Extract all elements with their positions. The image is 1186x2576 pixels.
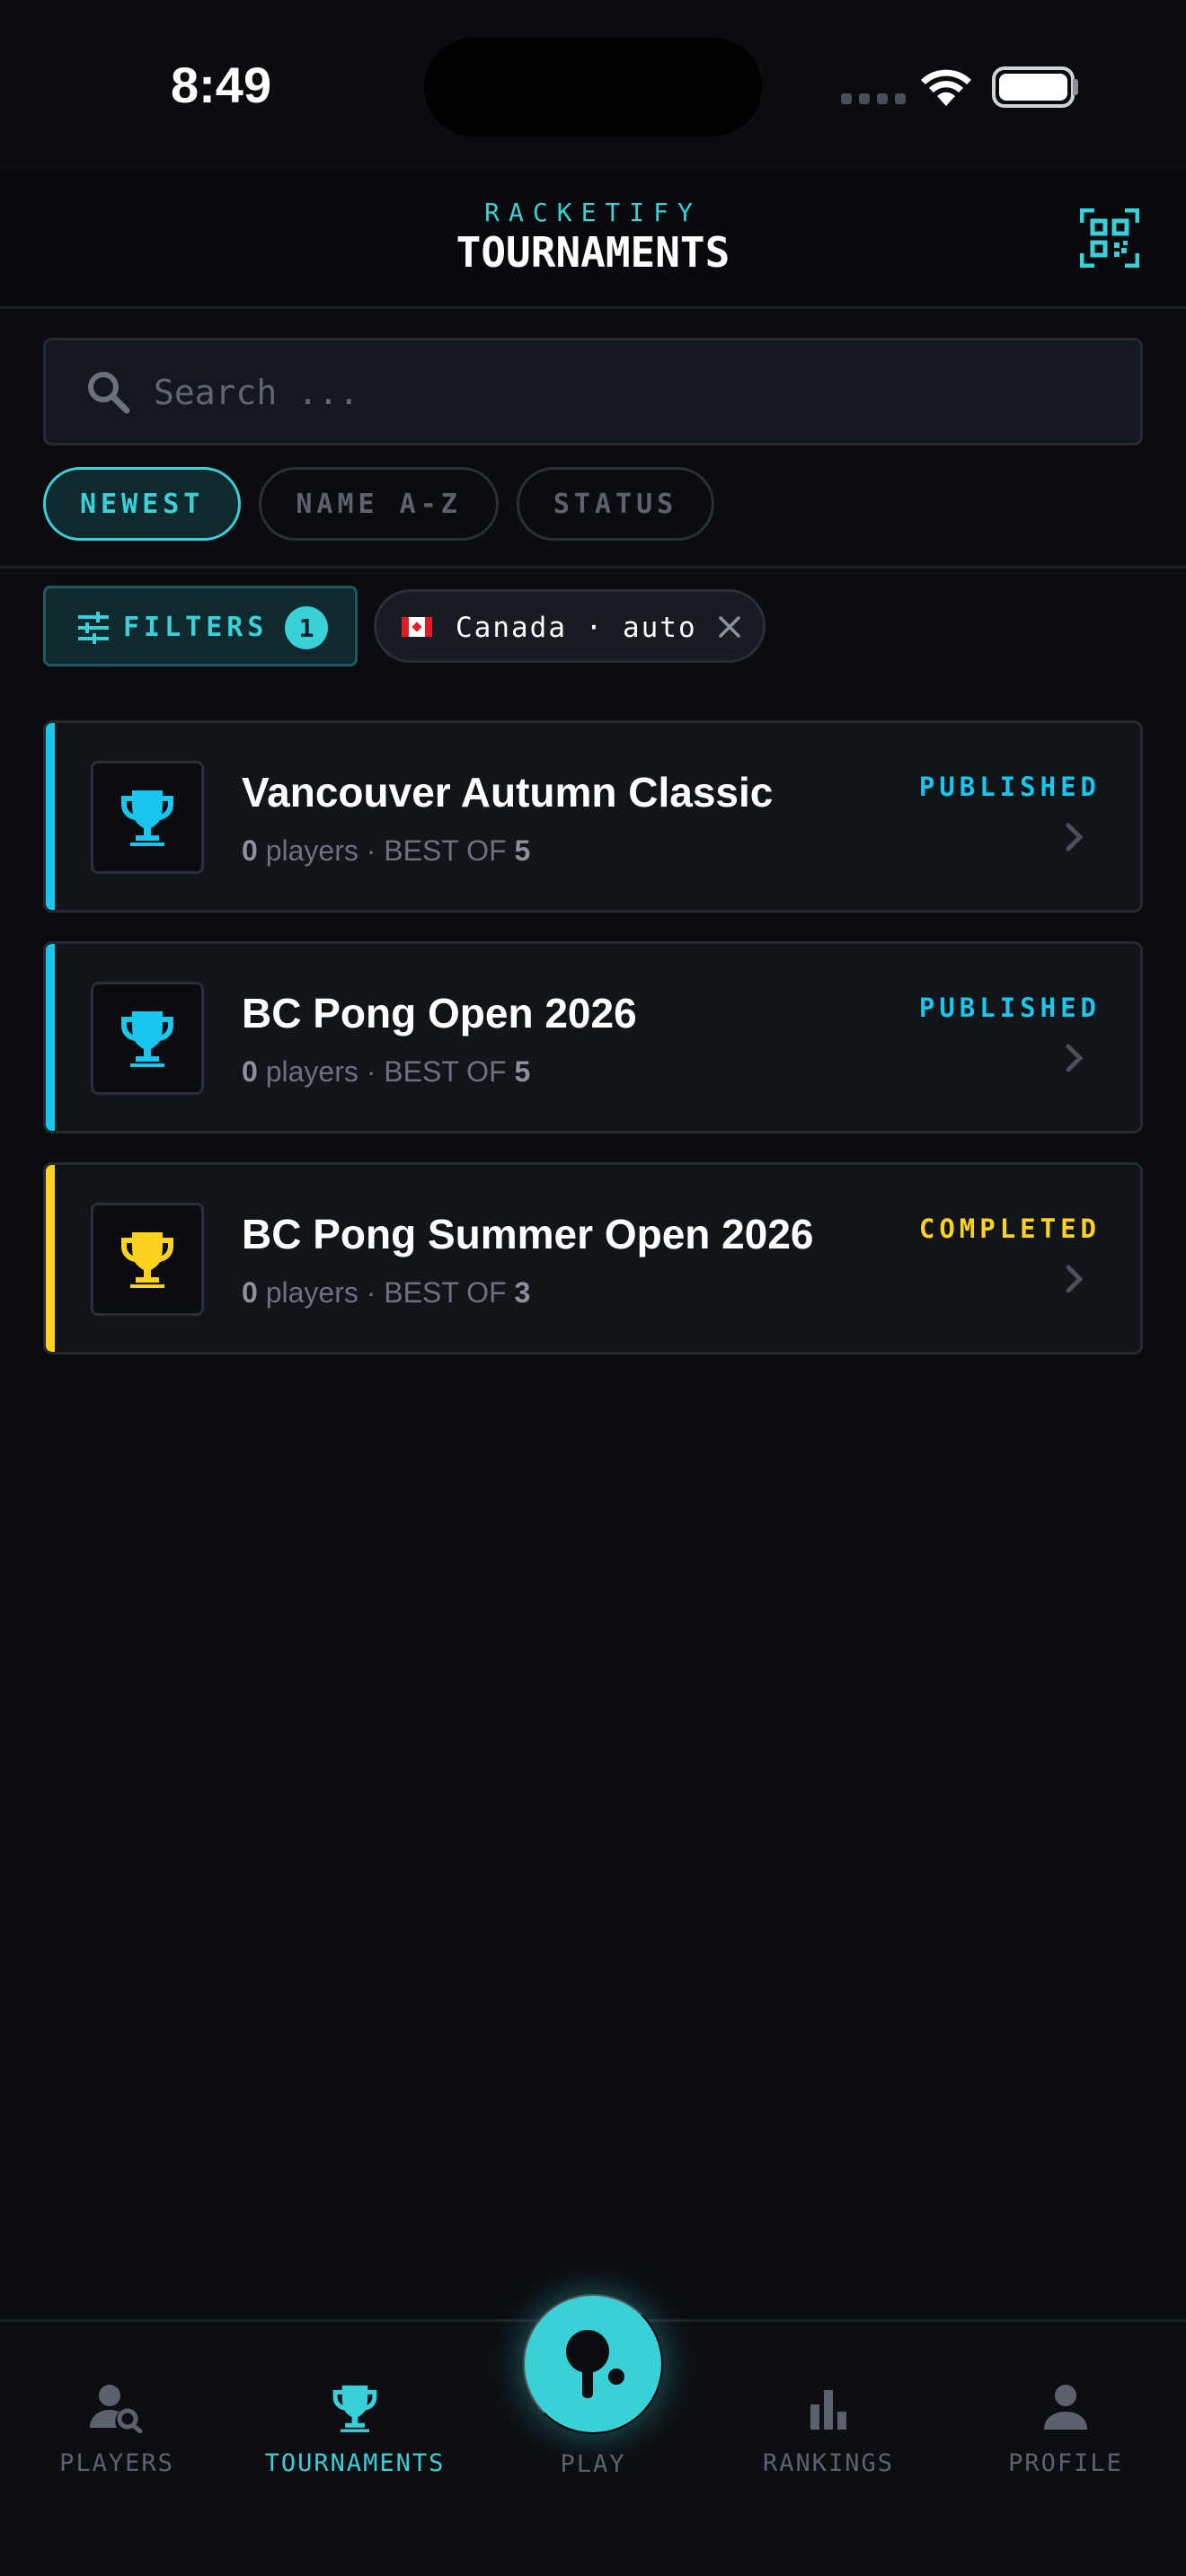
search-input[interactable] [154,358,1106,427]
sort-options: NEWEST NAME A-Z STATUS [43,467,715,541]
nav-players[interactable]: PLAYERS [9,2383,225,2477]
trophy-icon [121,1232,173,1288]
filters-label: FILTERS [123,612,269,643]
player-count: 0 [242,834,258,867]
chevron-right-icon [1066,1265,1084,1293]
best-of-label: BEST OF [384,1055,507,1088]
close-icon[interactable] [714,612,745,642]
nav-play-label: PLAY [560,2450,626,2478]
trophy-icon [121,790,173,846]
status-badge: COMPLETED [918,1213,1101,1244]
battery-icon [992,66,1075,108]
sort-name-chip[interactable]: NAME A-Z [259,467,499,541]
player-count: 0 [242,1055,258,1088]
page-title: TOURNAMENTS [456,228,730,277]
nav-tournaments[interactable]: TOURNAMENTS [247,2383,463,2477]
card-accent-bar [46,944,55,1131]
card-icon-box [91,761,204,874]
tournament-name: BC Pong Summer Open 2026 [242,1211,814,1257]
canada-flag-icon [402,617,432,637]
brand-name: RACKETIFY [484,198,702,227]
search-icon [88,372,130,414]
nav-rankings[interactable]: RANKINGS [721,2383,936,2477]
players-label: players [265,1055,358,1088]
chevron-right-icon [1066,823,1084,851]
best-of-label: BEST OF [384,834,507,867]
tournament-meta: 0 players · BEST OF 5 [242,1055,531,1088]
status-badge: PUBLISHED [918,772,1101,802]
person-icon [1044,2385,1087,2430]
card-accent-bar [46,1165,55,1352]
tournament-card[interactable]: BC Pong Open 2026 0 players · BEST OF 5 … [43,941,1143,1134]
country-filter-label: Canada · auto [456,612,697,644]
ping-pong-paddle-icon [566,2330,624,2398]
nav-label: PROFILE [1008,2449,1123,2477]
app-header: RACKETIFY TOURNAMENTS [0,171,1186,309]
nav-profile[interactable]: PROFILE [958,2383,1173,2477]
tournament-meta: 0 players · BEST OF 3 [242,1276,531,1309]
nav-label: TOURNAMENTS [264,2449,446,2477]
dynamic-island [424,38,762,137]
status-badge: PUBLISHED [918,992,1101,1023]
nav-label: RANKINGS [762,2449,895,2477]
wifi-icon [921,69,971,106]
nav-label: PLAYERS [59,2449,174,2477]
card-accent-bar [46,723,55,910]
filters-button[interactable]: FILTERS 1 [43,586,358,666]
sort-newest-chip[interactable]: NEWEST [43,467,242,541]
players-label: players [265,1276,358,1309]
tournament-meta: 0 players · BEST OF 5 [242,834,531,867]
best-of-value: 5 [514,1055,531,1088]
qr-code-icon[interactable] [1080,208,1139,268]
tournament-name: Vancouver Autumn Classic [242,769,774,816]
battery-tip [1073,79,1078,95]
sliders-icon [78,612,109,644]
country-filter-chip[interactable]: Canada · auto [374,589,766,663]
card-icon-box [91,982,204,1095]
status-bar: 8:49 [0,0,1186,171]
sort-status-chip[interactable]: STATUS [516,467,715,541]
tournament-card[interactable]: Vancouver Autumn Classic 0 players · BES… [43,720,1143,913]
status-time: 8:49 [171,57,272,113]
cellular-signal-icon [841,93,906,104]
best-of-value: 5 [514,834,531,867]
play-button[interactable] [523,2294,663,2434]
player-count: 0 [242,1276,258,1309]
divider [0,566,1186,569]
players-label: players [265,834,358,867]
chevron-right-icon [1066,1044,1084,1072]
player-search-icon [90,2385,143,2433]
best-of-value: 3 [514,1276,531,1309]
filters-count-badge: 1 [285,606,328,649]
search-bar [43,338,1143,446]
card-icon-box [91,1203,204,1316]
bar-chart-icon [810,2390,846,2430]
tournament-name: BC Pong Open 2026 [242,990,637,1037]
trophy-icon [332,2385,377,2432]
best-of-label: BEST OF [384,1276,507,1309]
tournament-card[interactable]: BC Pong Summer Open 2026 0 players · BES… [43,1162,1143,1354]
trophy-icon [121,1011,173,1067]
